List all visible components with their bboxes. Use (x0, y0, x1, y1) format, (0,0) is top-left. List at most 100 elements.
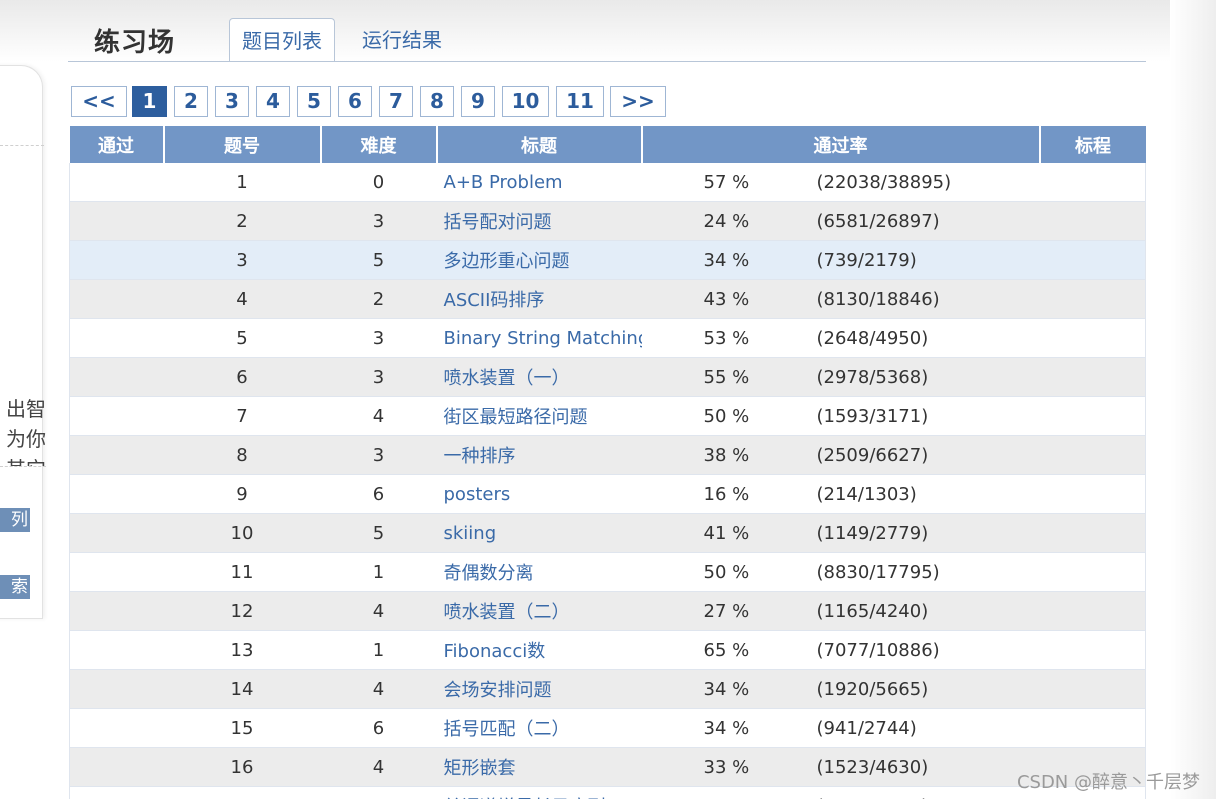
page-title: 练习场 (94, 28, 176, 58)
cell-passed (69, 279, 164, 319)
cell-problem-id: 14 (163, 669, 321, 709)
cell-standard-solution[interactable] (1039, 552, 1146, 592)
cell-standard-solution[interactable] (1039, 318, 1146, 358)
pager-page-8[interactable]: 8 (420, 86, 454, 117)
pass-rate-percent: 50 % (703, 405, 750, 427)
cell-standard-solution[interactable] (1039, 630, 1146, 670)
table-row[interactable]: 2 3 括号配对问题 24 % (6581/26897) (69, 201, 1146, 241)
column-header-difficulty[interactable]: 难度 (319, 126, 437, 163)
tab-run-results[interactable]: 运行结果 (350, 18, 454, 62)
table-row[interactable]: 174单调递增最长子序列44 %(1971/4444) (69, 786, 1146, 799)
table-row[interactable]: 4 2 ASCII码排序 43 % (8130/18846) (69, 279, 1146, 319)
cell-passed (69, 357, 164, 397)
sidebar-divider (0, 145, 44, 146)
cell-difficulty: 1 (320, 630, 437, 670)
pager-next-button[interactable]: >> (610, 86, 666, 117)
cell-difficulty: 6 (320, 708, 437, 748)
table-row[interactable]: 5 3 Binary String Matching 53 % (2648/4950) (69, 318, 1146, 358)
pager-page-5[interactable]: 5 (297, 86, 331, 117)
cell-difficulty: 6 (320, 474, 437, 514)
table-row[interactable]: 11 1 奇偶数分离 50 % (8830/17795) (69, 552, 1146, 592)
sidebar-list-button[interactable]: 列 (0, 508, 30, 532)
cell-passed (69, 396, 164, 436)
table-row[interactable]: 16 4 矩形嵌套 33 % (1523/4630) (69, 747, 1146, 787)
cell-problem-title-link[interactable]: 喷水装置（一） (436, 357, 642, 397)
cell-problem-id: 1 (163, 163, 321, 202)
cell-problem-id: 16 (163, 747, 321, 787)
column-header-title[interactable]: 标题 (435, 126, 642, 163)
cell-standard-solution[interactable] (1039, 240, 1146, 280)
table-row[interactable]: 9 6 posters 16 % (214/1303) (69, 474, 1146, 514)
cell-problem-title-link[interactable]: Binary String Matching (436, 318, 642, 358)
cell-problem-title-link[interactable]: 一种排序 (436, 435, 642, 475)
pager-page-11[interactable]: 11 (556, 86, 604, 117)
cell-difficulty: 4 (320, 591, 437, 631)
pass-rate-percent: 27 % (703, 600, 750, 622)
pager-page-4[interactable]: 4 (256, 86, 290, 117)
pager-prev-button[interactable]: << (71, 86, 127, 117)
table-row[interactable]: 13 1 Fibonacci数 65 % (7077/10886) (69, 630, 1146, 670)
pager-page-10[interactable]: 10 (502, 86, 549, 117)
pager-page-6[interactable]: 6 (338, 86, 372, 117)
tab-problem-list[interactable]: 题目列表 (229, 18, 335, 62)
pass-rate-count: (22038/38895) (816, 171, 952, 193)
cell-passed (69, 474, 164, 514)
pager-page-2[interactable]: 2 (174, 86, 208, 117)
cell-problem-title-link[interactable]: 括号匹配（二） (436, 708, 642, 748)
cell-standard-solution[interactable] (1039, 474, 1146, 514)
cell-problem-title-link[interactable]: 多边形重心问题 (436, 240, 642, 280)
table-row[interactable]: 10 5 skiing 41 % (1149/2779) (69, 513, 1146, 553)
column-header-standard-solution[interactable]: 标程 (1038, 126, 1146, 163)
cell-problem-title-link[interactable]: 矩形嵌套 (436, 747, 642, 787)
cell-standard-solution[interactable] (1039, 279, 1146, 319)
cell-problem-title-link[interactable]: skiing (436, 513, 642, 553)
cell-problem-id: 10 (163, 513, 321, 553)
cell-problem-title-link[interactable]: 喷水装置（二） (436, 591, 642, 631)
pager-page-1[interactable]: 1 (132, 86, 167, 117)
cell-problem-title-link[interactable]: 单调递增最长子序列 (436, 786, 642, 799)
sidebar-search-button[interactable]: 索 (0, 575, 30, 599)
table-row[interactable]: 6 3 喷水装置（一） 55 % (2978/5368) (69, 357, 1146, 397)
cell-standard-solution[interactable] (1039, 708, 1146, 748)
cell-standard-solution[interactable] (1039, 163, 1146, 202)
cell-problem-title-link[interactable]: posters (436, 474, 642, 514)
cell-pass-rate: 16 % (214/1303) (641, 474, 1040, 514)
table-row[interactable]: 3 5 多边形重心问题 34 % (739/2179) (69, 240, 1146, 280)
column-header-id[interactable]: 题号 (162, 126, 321, 163)
cell-problem-id: 2 (163, 201, 321, 241)
pass-rate-percent: 34 % (703, 678, 750, 700)
cell-problem-id: 13 (163, 630, 321, 670)
cell-problem-title-link[interactable]: 奇偶数分离 (436, 552, 642, 592)
cell-problem-title-link[interactable]: A+B Problem (436, 163, 642, 202)
cell-standard-solution[interactable] (1039, 669, 1146, 709)
table-row[interactable]: 15 6 括号匹配（二） 34 % (941/2744) (69, 708, 1146, 748)
cell-problem-id: 7 (163, 396, 321, 436)
table-row[interactable]: 1 0 A+B Problem 57 % (22038/38895) (69, 163, 1146, 202)
cell-problem-title-link[interactable]: 括号配对问题 (436, 201, 642, 241)
cell-difficulty: 4 (320, 747, 437, 787)
column-header-passed[interactable]: 通过 (69, 126, 164, 163)
cell-problem-title-link[interactable]: 会场安排问题 (436, 669, 642, 709)
column-header-pass-rate[interactable]: 通过率 (640, 126, 1040, 163)
right-edge-shadow (1170, 0, 1216, 799)
table-row[interactable]: 8 3 一种排序 38 % (2509/6627) (69, 435, 1146, 475)
cell-problem-title-link[interactable]: Fibonacci数 (436, 630, 642, 670)
cell-problem-title-link[interactable]: ASCII码排序 (436, 279, 642, 319)
cell-standard-solution[interactable] (1039, 357, 1146, 397)
cell-standard-solution[interactable] (1039, 513, 1146, 553)
pager-page-3[interactable]: 3 (215, 86, 249, 117)
cell-difficulty: 3 (320, 201, 437, 241)
table-row[interactable]: 12 4 喷水装置（二） 27 % (1165/4240) (69, 591, 1146, 631)
cell-standard-solution[interactable] (1039, 435, 1146, 475)
cell-passed (69, 747, 164, 787)
table-row[interactable]: 7 4 街区最短路径问题 50 % (1593/3171) (69, 396, 1146, 436)
cell-standard-solution[interactable] (1039, 396, 1146, 436)
pass-rate-percent: 24 % (703, 210, 750, 232)
pass-rate-percent: 41 % (703, 522, 750, 544)
pager-page-7[interactable]: 7 (379, 86, 413, 117)
table-row[interactable]: 14 4 会场安排问题 34 % (1920/5665) (69, 669, 1146, 709)
cell-problem-title-link[interactable]: 街区最短路径问题 (436, 396, 642, 436)
pager-page-9[interactable]: 9 (461, 86, 495, 117)
cell-standard-solution[interactable] (1039, 201, 1146, 241)
cell-standard-solution[interactable] (1039, 591, 1146, 631)
